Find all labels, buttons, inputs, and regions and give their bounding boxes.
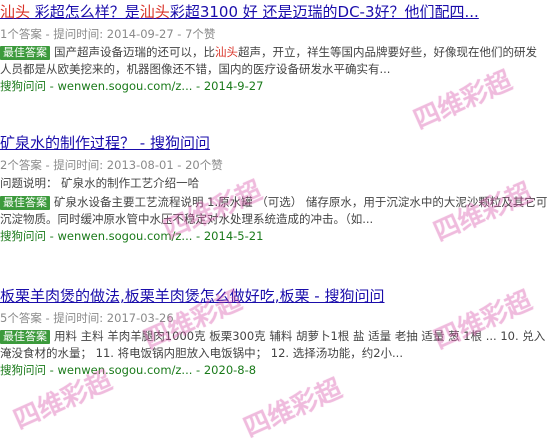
result-item: 汕头 彩超怎么样？是汕头彩超3100 好 还是迈瑞的DC-3好？他们配四... … bbox=[0, 2, 550, 95]
keyword-highlight: 汕头 bbox=[0, 3, 31, 21]
snippet-text-part: 国产超声设备迈瑞的还可以，比 bbox=[54, 45, 215, 59]
title-text: 彩超3100 好 还是迈瑞的DC-3好？他们配四... bbox=[169, 3, 479, 21]
result-item: 矿泉水的制作过程？ - 搜狗问问 2个答案 - 提问时间: 2013-08-01… bbox=[0, 133, 550, 245]
result-title-link[interactable]: 矿泉水的制作过程？ - 搜狗问问 bbox=[0, 133, 550, 153]
result-title-link[interactable]: 汕头 彩超怎么样？是汕头彩超3100 好 还是迈瑞的DC-3好？他们配四... bbox=[0, 2, 550, 22]
snippet-text-part: 用料 主料 羊肉羊腿肉1000克 板栗300克 辅料 胡萝卜1根 盐 适量 老抽… bbox=[0, 329, 546, 360]
keyword-highlight: 汕头 bbox=[139, 3, 170, 21]
title-text: 板栗羊肉煲的做法,板栗羊肉煲怎么做好吃,板栗 - 搜狗问问 bbox=[0, 287, 385, 305]
result-snippet: 最佳答案 国产超声设备迈瑞的还可以，比汕头超声，开立，祥生等国内品牌要好些，好像现… bbox=[0, 44, 548, 78]
source-site[interactable]: 搜狗问问 bbox=[0, 363, 46, 377]
result-meta: 2个答案 - 提问时间: 2013-08-01 - 20个赞 bbox=[0, 158, 223, 172]
result-meta: 5个答案 - 提问时间: 2017-03-26 bbox=[0, 311, 174, 325]
title-text: 彩超怎么样？是 bbox=[30, 3, 140, 21]
result-title-link[interactable]: 板栗羊肉煲的做法,板栗羊肉煲怎么做好吃,板栗 - 搜狗问问 bbox=[0, 286, 550, 306]
source-date: - 2020-8-8 bbox=[192, 363, 257, 377]
best-answer-badge: 最佳答案 bbox=[0, 46, 50, 60]
title-text: 矿泉水的制作过程？ - 搜狗问问 bbox=[0, 134, 210, 152]
result-snippet: 最佳答案 矿泉水设备主要工艺流程说明 1.原水罐 （可选） 储存原水，用于沉淀水中… bbox=[0, 194, 548, 228]
result-item: 板栗羊肉煲的做法,板栗羊肉煲怎么做好吃,板栗 - 搜狗问问 5个答案 - 提问时… bbox=[0, 286, 550, 379]
watermark: 四维彩超 bbox=[239, 373, 347, 444]
source-date: - 2014-9-27 bbox=[192, 79, 264, 93]
question-description: 问题说明： 矿泉水的制作工艺介绍一哈 bbox=[0, 176, 200, 190]
snippet-text-part: 矿泉水设备主要工艺流程说明 1.原水罐 （可选） 储存原水，用于沉淀水中的大泥沙… bbox=[0, 195, 548, 226]
source-url: - wenwen.sogou.com/z... bbox=[46, 363, 193, 377]
snippet-text: 国产超声设备迈瑞的还可以，比汕头超声，开立，祥生等国内品牌要好些，好像现在他们的… bbox=[0, 45, 537, 76]
best-answer-badge: 最佳答案 bbox=[0, 330, 50, 344]
snippet-text: 用料 主料 羊肉羊腿肉1000克 板栗300克 辅料 胡萝卜1根 盐 适量 老抽… bbox=[0, 329, 545, 360]
source-site[interactable]: 搜狗问问 bbox=[0, 79, 46, 93]
result-source: 搜狗问问 - wenwen.sogou.com/z... - 2020-8-8 bbox=[0, 362, 550, 379]
best-answer-badge: 最佳答案 bbox=[0, 196, 50, 210]
snippet-text: 矿泉水设备主要工艺流程说明 1.原水罐 （可选） 储存原水，用于沉淀水中的大泥沙… bbox=[0, 195, 547, 226]
source-date: - 2014-5-21 bbox=[192, 229, 264, 243]
result-meta: 1个答案 - 提问时间: 2014-09-27 - 7个赞 bbox=[0, 27, 216, 41]
result-source: 搜狗问问 - wenwen.sogou.com/z... - 2014-9-27 bbox=[0, 78, 550, 95]
keyword-highlight: 汕头 bbox=[215, 45, 238, 59]
result-snippet: 最佳答案 用料 主料 羊肉羊腿肉1000克 板栗300克 辅料 胡萝卜1根 盐 适… bbox=[0, 328, 548, 362]
source-url: - wenwen.sogou.com/z... bbox=[46, 79, 193, 93]
source-site[interactable]: 搜狗问问 bbox=[0, 229, 46, 243]
source-url: - wenwen.sogou.com/z... bbox=[46, 229, 193, 243]
result-source: 搜狗问问 - wenwen.sogou.com/z... - 2014-5-21 bbox=[0, 228, 550, 245]
